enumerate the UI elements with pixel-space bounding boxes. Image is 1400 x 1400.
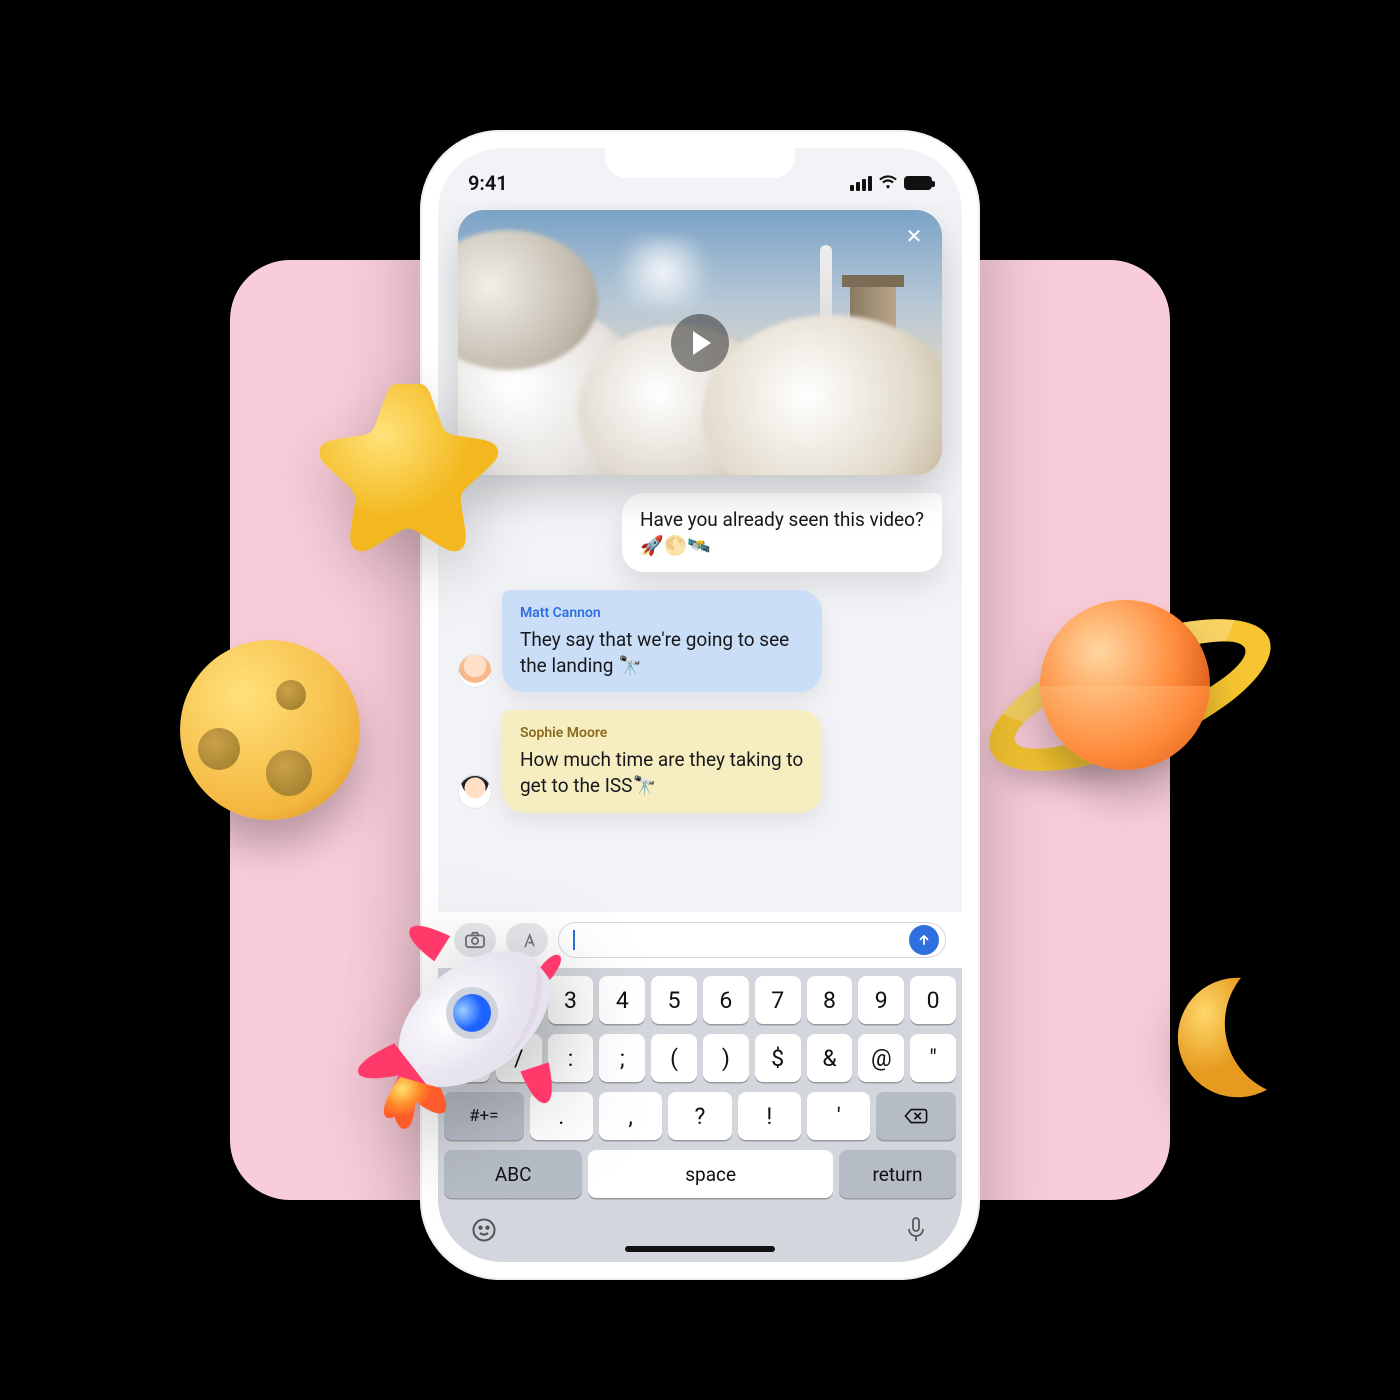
key[interactable]: 8 — [807, 976, 853, 1024]
video-attachment[interactable]: ✕ — [458, 210, 942, 475]
avatar[interactable] — [458, 775, 492, 809]
key[interactable]: @ — [858, 1034, 904, 1082]
message-outgoing[interactable]: Have you already seen this video?🚀🌕🛰️ — [622, 493, 942, 572]
emoji-icon[interactable] — [468, 1214, 500, 1246]
key-return[interactable]: return — [839, 1150, 956, 1198]
play-button[interactable] — [671, 314, 729, 372]
key[interactable]: , — [599, 1092, 662, 1140]
key[interactable]: " — [910, 1034, 956, 1082]
key[interactable]: & — [807, 1034, 853, 1082]
message-text: How much time are they taking to get to … — [520, 747, 804, 798]
key[interactable]: $ — [755, 1034, 801, 1082]
keyboard-toolbar — [438, 1208, 962, 1262]
key[interactable]: 0 — [910, 976, 956, 1024]
key[interactable]: ! — [738, 1092, 801, 1140]
status-time: 9:41 — [468, 171, 508, 195]
key[interactable]: 6 — [703, 976, 749, 1024]
wifi-icon — [878, 171, 898, 195]
key-space[interactable]: space — [588, 1150, 833, 1198]
text-cursor — [573, 930, 575, 950]
key[interactable]: ) — [703, 1034, 749, 1082]
key[interactable]: 7 — [755, 976, 801, 1024]
key[interactable]: 5 — [651, 976, 697, 1024]
star-icon — [320, 370, 520, 570]
message-text: Have you already seen this video?🚀🌕🛰️ — [640, 507, 924, 558]
key[interactable]: ' — [807, 1092, 870, 1140]
avatar[interactable] — [458, 654, 492, 688]
signal-icon — [850, 176, 872, 191]
key-backspace[interactable] — [876, 1092, 956, 1140]
close-icon[interactable]: ✕ — [900, 222, 928, 250]
message-incoming[interactable]: Sophie Moore How much time are they taki… — [502, 710, 822, 812]
mic-icon[interactable] — [900, 1214, 932, 1246]
message-incoming[interactable]: Matt Cannon They say that we're going to… — [502, 590, 822, 692]
key[interactable]: 9 — [858, 976, 904, 1024]
battery-icon — [904, 176, 932, 190]
crescent-icon — [1150, 970, 1280, 1100]
home-indicator[interactable] — [625, 1246, 775, 1252]
message-sender: Sophie Moore — [520, 724, 804, 743]
planet-icon — [990, 560, 1250, 820]
key[interactable]: ? — [668, 1092, 731, 1140]
send-button[interactable] — [909, 925, 939, 955]
message-text: They say that we're going to see the lan… — [520, 627, 804, 678]
notch — [605, 148, 795, 178]
moon-icon — [180, 640, 360, 820]
key[interactable]: ( — [651, 1034, 697, 1082]
message-input[interactable] — [558, 922, 946, 958]
message-sender: Matt Cannon — [520, 604, 804, 623]
